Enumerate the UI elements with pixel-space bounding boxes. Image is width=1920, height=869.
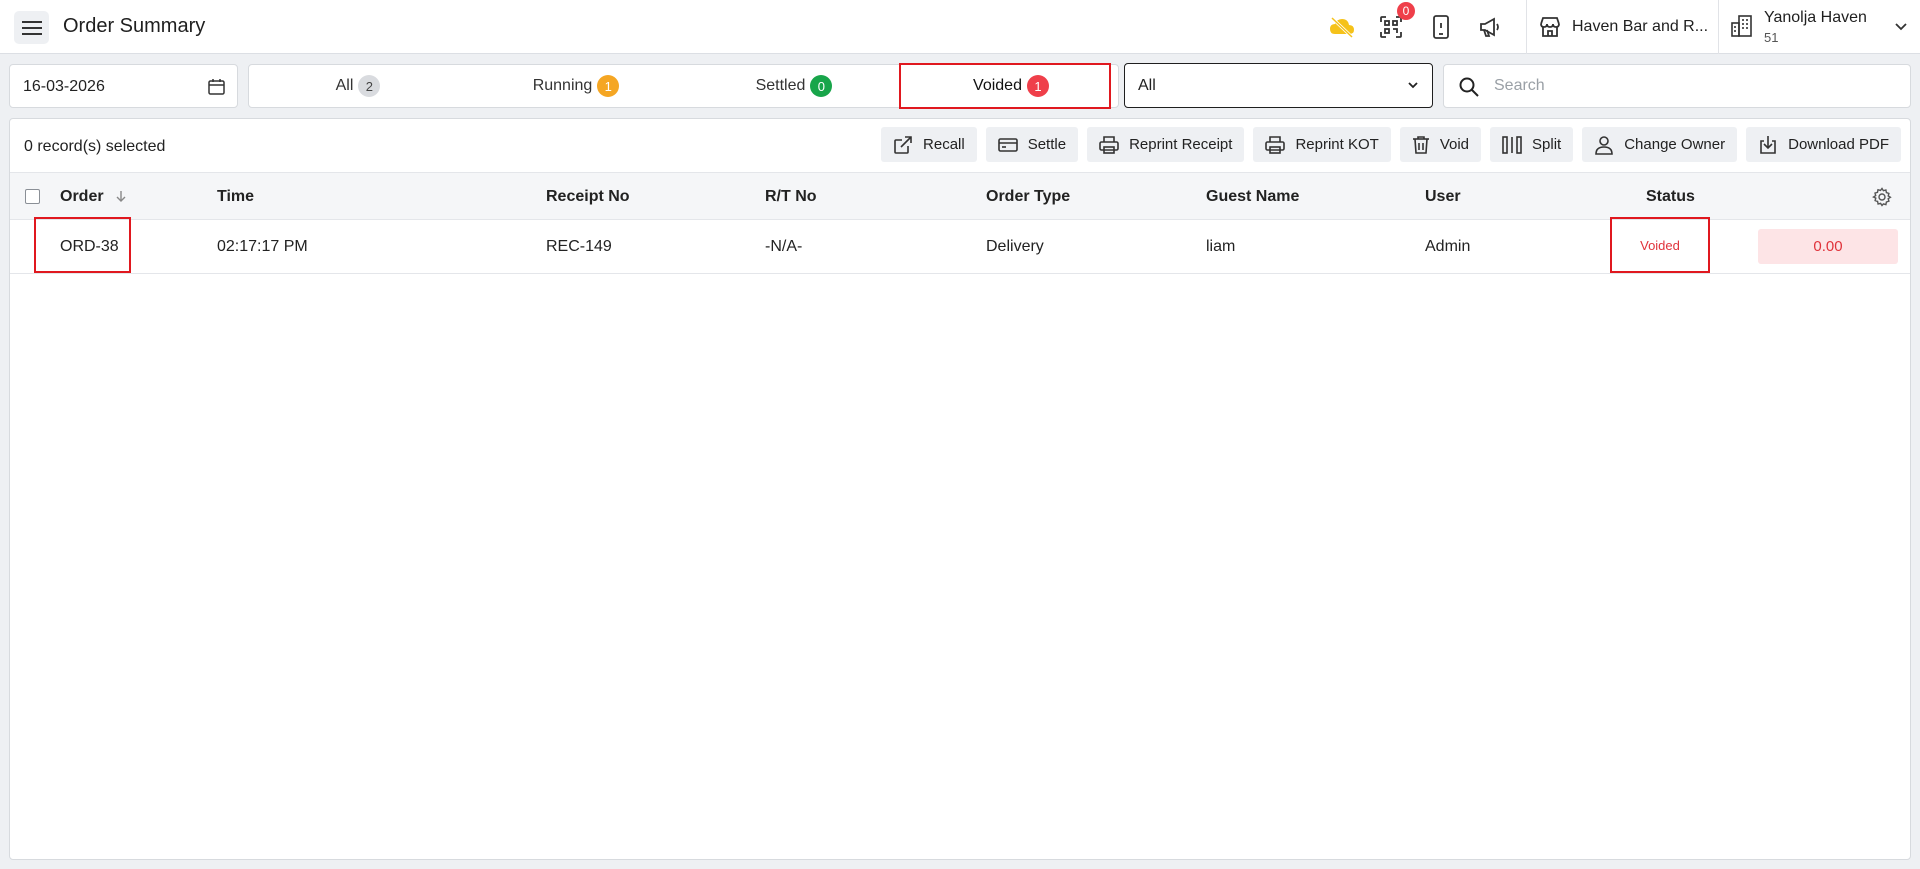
column-header-time[interactable]: Time (217, 188, 254, 206)
status-label: Voided (1640, 237, 1680, 253)
rt-no: -N/A- (765, 238, 803, 255)
settle-button[interactable]: Settle (985, 127, 1079, 162)
tab-count-badge: 2 (358, 75, 381, 97)
building-icon (1731, 15, 1752, 37)
external-link-icon (894, 135, 912, 154)
order-type-select[interactable]: All (1124, 63, 1433, 108)
download-pdf-label: Download PDF (1788, 136, 1889, 153)
receipt-no: REC-149 (546, 238, 612, 255)
gear-icon[interactable] (1872, 187, 1892, 207)
settle-label: Settle (1027, 136, 1067, 153)
page-title: Order Summary (63, 15, 206, 37)
column-header-user[interactable]: User (1425, 188, 1461, 206)
chevron-down-icon (1408, 82, 1418, 89)
tab-label: Voided (973, 77, 1022, 94)
tab-count-badge: 1 (597, 75, 620, 97)
tab-count-badge: 1 (1026, 75, 1049, 97)
tab-label: Settled (755, 77, 806, 94)
profile-name: Yanolja Haven (1764, 9, 1867, 26)
reprint-kot-button[interactable]: Reprint KOT (1253, 127, 1391, 162)
split-label: Split (1532, 136, 1562, 153)
change-owner-label: Change Owner (1624, 136, 1726, 153)
divider (1526, 0, 1527, 54)
tab-all[interactable]: All 2 (249, 65, 467, 107)
store-name: Haven Bar and R... (1572, 18, 1709, 35)
column-header-order[interactable]: Order (60, 188, 126, 206)
reprint-receipt-label: Reprint Receipt (1129, 136, 1233, 153)
guest-name: liam (1206, 238, 1236, 255)
tab-running[interactable]: Running 1 (467, 65, 685, 107)
download-icon (1760, 135, 1776, 154)
orders-panel: 0 record(s) selected Recall Settle Repri… (9, 118, 1911, 860)
reprint-kot-label: Reprint KOT (1295, 136, 1379, 153)
printer-icon (1265, 135, 1286, 154)
tab-label: All (335, 77, 354, 94)
recall-button[interactable]: Recall (881, 127, 977, 162)
order-id[interactable]: ORD-38 (60, 238, 119, 256)
tab-settled[interactable]: Settled 0 (685, 65, 903, 107)
sort-arrow-down-icon (116, 191, 126, 202)
order-time: 02:17:17 PM (217, 238, 308, 255)
action-toolbar: Recall Settle Reprint Receipt Reprint KO… (881, 127, 1901, 162)
store-selector[interactable]: Haven Bar and R... (1538, 14, 1708, 40)
mobile-device-icon[interactable] (1428, 14, 1454, 40)
select-value: All (1138, 77, 1156, 94)
megaphone-icon[interactable] (1477, 14, 1503, 40)
download-pdf-button[interactable]: Download PDF (1746, 127, 1901, 162)
column-header-order-type[interactable]: Order Type (986, 188, 1070, 206)
tab-label: Running (532, 77, 593, 94)
credit-card-icon (997, 137, 1018, 152)
hamburger-icon (21, 20, 42, 35)
user-icon (1595, 135, 1614, 155)
amount-value: 0.00 (1813, 238, 1843, 255)
table-row[interactable]: ORD-38 02:17:17 PM REC-149 -N/A- Deliver… (10, 217, 1910, 274)
tab-count-badge: 0 (810, 75, 833, 97)
split-columns-icon (1502, 135, 1522, 154)
column-header-receipt-no[interactable]: Receipt No (546, 188, 630, 206)
search-icon (1459, 77, 1479, 97)
calendar-icon (208, 79, 225, 95)
offline-cloud-icon[interactable] (1329, 14, 1355, 40)
amount-badge: 0.00 (1758, 229, 1898, 264)
reprint-receipt-button[interactable]: Reprint Receipt (1087, 127, 1245, 162)
void-button[interactable]: Void (1399, 127, 1482, 162)
order-type: Delivery (986, 238, 1044, 255)
select-all-checkbox[interactable] (25, 189, 40, 204)
chevron-down-icon (1895, 23, 1907, 31)
top-bar: Order Summary 0 Haven Bar and R... Yanol… (0, 0, 1920, 54)
menu-button[interactable] (14, 11, 49, 44)
column-header-rt-no[interactable]: R/T No (765, 188, 817, 206)
qr-count-badge: 0 (1397, 2, 1415, 20)
status-badge: Voided (1610, 217, 1710, 273)
void-label: Void (1439, 136, 1470, 153)
status-tabs: All 2 Running 1 Settled 0 Voided 1 (248, 63, 1119, 109)
date-value: 16-03-2026 (23, 78, 105, 95)
column-header-guest-name[interactable]: Guest Name (1206, 188, 1299, 206)
search-input[interactable] (1494, 73, 1894, 99)
user-name: Admin (1425, 238, 1471, 255)
store-icon (1540, 17, 1560, 37)
change-owner-button[interactable]: Change Owner (1582, 127, 1738, 162)
selection-count: 0 record(s) selected (24, 138, 166, 155)
trash-icon (1412, 135, 1429, 154)
recall-label: Recall (923, 136, 965, 153)
split-button[interactable]: Split (1490, 127, 1574, 162)
table-header: Order Time Receipt No R/T No Order Type … (10, 172, 1910, 220)
search-field (1443, 64, 1911, 108)
printer-icon (1099, 135, 1119, 154)
divider (1718, 0, 1719, 54)
date-picker[interactable]: 16-03-2026 (9, 64, 238, 108)
tab-voided[interactable]: Voided 1 (903, 65, 1119, 107)
column-header-status[interactable]: Status (1646, 188, 1695, 206)
profile-subtitle: 51 (1764, 30, 1779, 45)
